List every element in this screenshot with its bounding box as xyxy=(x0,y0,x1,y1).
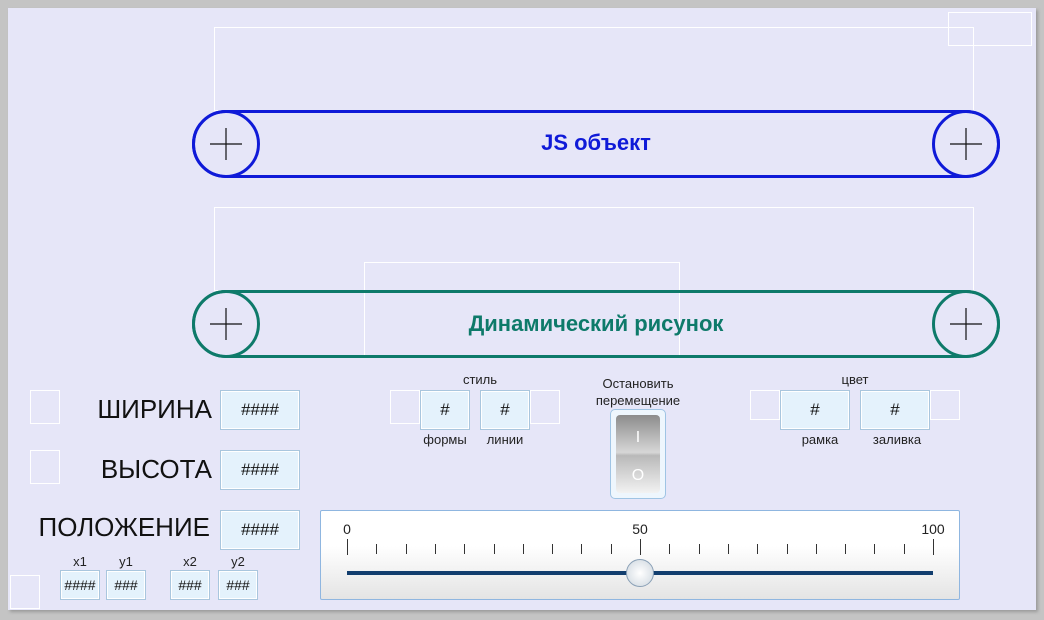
slider-tick xyxy=(376,544,378,554)
line-style-field[interactable]: # xyxy=(480,390,530,430)
slider-tick xyxy=(464,544,466,554)
belt-right-pulley-icon xyxy=(932,110,1000,178)
belt-left-pulley-icon xyxy=(192,290,260,358)
style-right-spacer xyxy=(530,390,560,424)
slider-tick xyxy=(552,544,554,554)
height-checkbox[interactable] xyxy=(30,450,60,484)
fill-color-label: заливка xyxy=(872,432,922,447)
slider-tick xyxy=(903,544,905,554)
shape-style-field[interactable]: # xyxy=(420,390,470,430)
slider-tick xyxy=(698,544,700,554)
slider-tick xyxy=(815,544,817,554)
color-title: цвет xyxy=(841,372,869,387)
height-field[interactable]: #### xyxy=(220,450,300,490)
y2-field[interactable]: ### xyxy=(218,570,258,600)
y1-label: y1 xyxy=(119,554,133,569)
js-object-belt-label: JS объект xyxy=(541,130,651,155)
x2-label: x2 xyxy=(183,554,197,569)
x1-label: x1 xyxy=(73,554,87,569)
position-field[interactable]: #### xyxy=(220,510,300,550)
x1-field[interactable]: #### xyxy=(60,570,100,600)
slider-tick xyxy=(434,544,436,554)
slider-tick xyxy=(933,539,934,555)
slider-tick xyxy=(581,544,583,554)
fill-color-field[interactable]: # xyxy=(860,390,930,430)
toggle-on-symbol: I xyxy=(635,429,641,446)
shape-style-label: формы xyxy=(423,432,467,447)
x2-field[interactable]: ### xyxy=(170,570,210,600)
width-field[interactable]: #### xyxy=(220,390,300,430)
style-left-spacer xyxy=(390,390,420,424)
slider-tick xyxy=(757,544,759,554)
slider-tick xyxy=(347,539,348,555)
position-checkbox[interactable] xyxy=(10,575,40,609)
slider-tick xyxy=(874,544,876,554)
slider-tick xyxy=(405,544,407,554)
slider-tick xyxy=(522,544,524,554)
slider-tick xyxy=(669,544,671,554)
dynamic-drawing-belt-label: Динамический рисунок xyxy=(468,311,724,336)
line-style-label: линии xyxy=(486,432,524,447)
slider-tick xyxy=(640,539,641,555)
belt-right-pulley-icon xyxy=(932,290,1000,358)
stop-movement-label-line2: перемещение xyxy=(595,393,681,408)
style-title: стиль xyxy=(462,372,498,387)
width-checkbox[interactable] xyxy=(30,390,60,424)
toggle-rocker[interactable]: I O xyxy=(616,415,660,493)
ghost-frame-top xyxy=(214,27,974,111)
stop-movement-toggle[interactable]: I O xyxy=(610,409,666,499)
y1-field[interactable]: ### xyxy=(106,570,146,600)
slider-tick xyxy=(493,544,495,554)
position-label: ПОЛОЖЕНИЕ xyxy=(38,512,211,542)
slider-tick xyxy=(610,544,612,554)
slider-tick xyxy=(727,544,729,554)
slider-tick xyxy=(845,544,847,554)
belt-left-pulley-icon xyxy=(192,110,260,178)
width-label: ШИРИНА xyxy=(97,394,212,424)
slider-thumb[interactable] xyxy=(626,559,654,587)
stop-movement-label-line1: Остановить xyxy=(602,376,674,391)
toggle-off-symbol: O xyxy=(631,467,645,484)
color-right-spacer xyxy=(930,390,960,420)
slider-tick xyxy=(786,544,788,554)
y2-label: y2 xyxy=(231,554,245,569)
border-color-label: рамка xyxy=(801,432,839,447)
height-label: ВЫСОТА xyxy=(100,454,212,484)
color-left-spacer xyxy=(750,390,780,420)
speed-slider[interactable]: 0 50 100 xyxy=(320,510,960,600)
border-color-field[interactable]: # xyxy=(780,390,850,430)
